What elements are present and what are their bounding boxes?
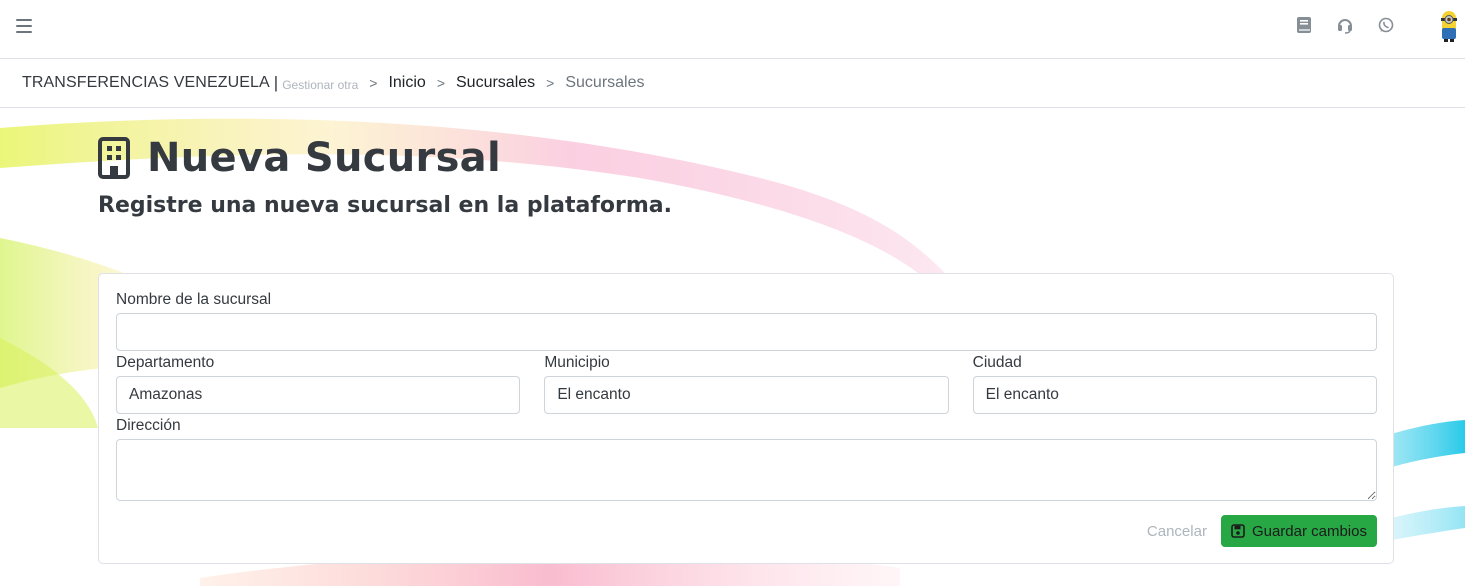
- headset-icon[interactable]: [1336, 16, 1354, 34]
- branch-form-card: Nombre de la sucursal Departamento Munic…: [98, 273, 1394, 564]
- book-icon[interactable]: [1295, 16, 1313, 34]
- chevron-separator: >: [436, 75, 445, 91]
- chevron-separator: >: [546, 75, 555, 91]
- municipality-label: Municipio: [544, 354, 610, 371]
- hamburger-menu-icon[interactable]: [16, 18, 32, 34]
- department-input[interactable]: [116, 376, 521, 414]
- page-header: Nueva Sucursal: [98, 135, 1394, 181]
- department-label: Departamento: [116, 354, 215, 371]
- branch-name-label: Nombre de la sucursal: [116, 291, 272, 308]
- page-title: Nueva Sucursal: [147, 135, 501, 181]
- manage-other-link[interactable]: Gestionar otra: [282, 78, 358, 92]
- address-textarea[interactable]: [116, 439, 1377, 501]
- top-navbar: [0, 0, 1465, 59]
- save-changes-button[interactable]: Guardar cambios: [1220, 515, 1377, 547]
- breadcrumb: TRANSFERENCIAS VENEZUELA | Gestionar otr…: [0, 59, 1465, 108]
- branch-name-input[interactable]: [116, 313, 1377, 351]
- whatsapp-icon[interactable]: [1377, 16, 1395, 34]
- user-avatar[interactable]: [1438, 9, 1460, 43]
- save-icon: [1231, 524, 1245, 538]
- breadcrumb-item-inicio[interactable]: Inicio: [388, 74, 425, 92]
- breadcrumb-item-current: Sucursales: [565, 74, 645, 91]
- chevron-separator: >: [369, 75, 378, 91]
- address-label: Dirección: [116, 417, 181, 434]
- city-label: Ciudad: [972, 354, 1022, 371]
- city-input[interactable]: [972, 376, 1377, 414]
- company-name: TRANSFERENCIAS VENEZUELA: [22, 74, 270, 91]
- cancel-button[interactable]: Cancelar: [1147, 523, 1207, 540]
- breadcrumb-item-sucursales[interactable]: Sucursales: [456, 74, 535, 92]
- municipality-input[interactable]: [544, 376, 949, 414]
- building-icon: [98, 137, 130, 179]
- form-actions: Cancelar Guardar cambios: [1147, 515, 1377, 547]
- page-subtitle: Registre una nueva sucursal en la plataf…: [98, 193, 673, 218]
- brand-separator: |: [273, 73, 279, 92]
- main-content: Nueva Sucursal Registre una nueva sucurs…: [98, 108, 1394, 564]
- save-button-label: Guardar cambios: [1251, 522, 1367, 540]
